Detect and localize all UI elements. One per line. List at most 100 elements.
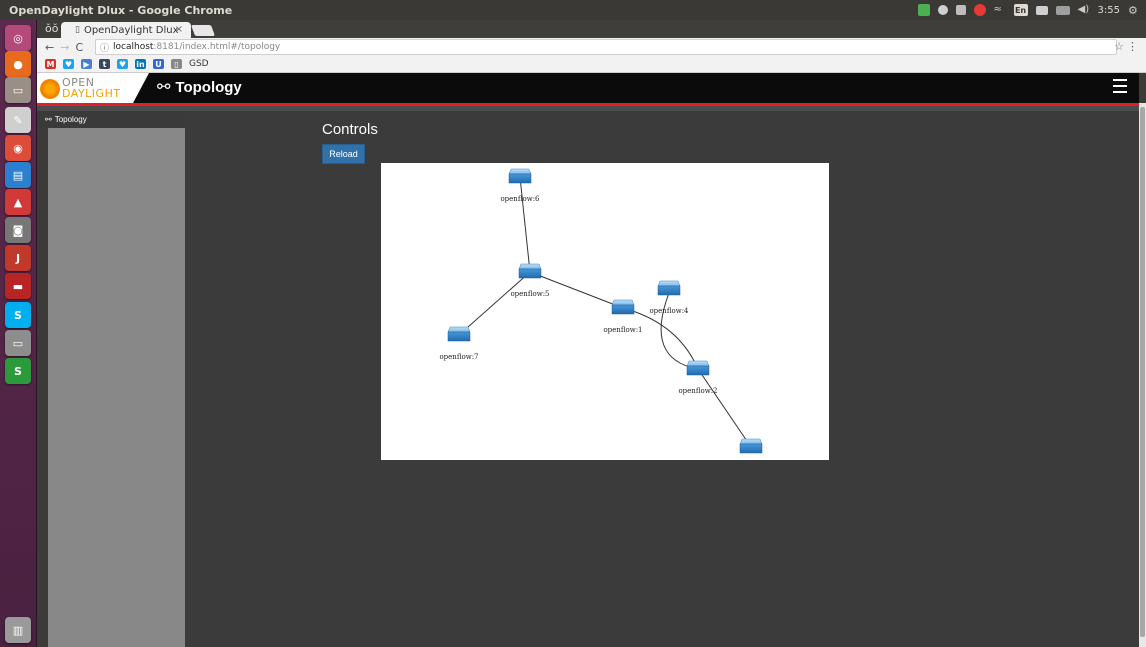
battery-icon[interactable] (1055, 5, 1070, 15)
block-icon[interactable] (973, 4, 986, 16)
forward-icon[interactable]: → (60, 41, 69, 54)
chrome-menu-icon[interactable]: ⋮ (1127, 40, 1138, 53)
gmail-icon[interactable]: M (45, 59, 56, 69)
topology-graph[interactable]: openflow:6 openflow:5 openflow:7 openflow:1… (381, 163, 829, 460)
volume-icon[interactable]: ◀) (1078, 4, 1090, 16)
address-bar[interactable]: ⓘ localhost :8181/index.html#/topology (95, 39, 1117, 55)
mail-icon[interactable] (1035, 5, 1048, 15)
switch-node-label: openflow:4 (649, 307, 689, 315)
chrome-icon[interactable]: ◉ (5, 135, 31, 161)
firefox-icon[interactable]: ● (5, 51, 31, 77)
switch-node[interactable]: openflow:6 (500, 168, 540, 203)
skype-icon[interactable]: S (5, 302, 31, 328)
switch-node[interactable]: openflow:1 (603, 299, 643, 334)
camera-icon[interactable]: ◙ (5, 217, 31, 243)
bookmarks-bar: M ♥ ▶ t ♥ in U ▯ GSD (37, 56, 1146, 73)
hamburger-menu-icon[interactable] (1113, 79, 1127, 93)
sidebar-item-label: Topology (54, 115, 87, 124)
browser-tab[interactable]: ▯ OpenDaylight Dlux × (61, 22, 191, 38)
page-icon: ▯ (75, 25, 80, 35)
opendaylight-logo[interactable]: OPEN DAYLIGHT (37, 73, 149, 103)
gear-icon[interactable]: ⚙ (1128, 4, 1140, 17)
reload-page-icon[interactable]: C (75, 41, 83, 54)
dash-icon[interactable]: ◎ (5, 25, 31, 51)
topology-canvas[interactable]: openflow:6 openflow:5 openflow:7 openflow:1… (381, 163, 829, 460)
switch-icon (508, 168, 532, 175)
shield-icon[interactable]: U (153, 59, 164, 69)
page-title: ⚯ Topology (157, 77, 242, 97)
twitter-icon[interactable]: ♥ (117, 59, 128, 69)
switch-node[interactable]: openflow:7 (439, 326, 479, 361)
twitter-icon[interactable]: ♥ (63, 59, 74, 69)
switch-icon-body (518, 268, 542, 279)
switch-icon-body (657, 285, 681, 296)
switch-icon-body (739, 443, 763, 454)
incognito-icon: ŏŏ (45, 22, 59, 35)
presentation-icon[interactable]: ▬ (5, 273, 31, 299)
topology-icon: ⚯ (45, 115, 52, 124)
update-icon[interactable] (917, 4, 930, 16)
drive-icon[interactable]: ▭ (5, 330, 31, 356)
switch-icon (686, 360, 710, 367)
close-tab-icon[interactable]: × (175, 24, 183, 35)
dropbox-icon[interactable] (937, 5, 948, 15)
wifi-icon[interactable]: ≈ (994, 4, 1006, 16)
system-top-panel: OpenDaylight Dlux - Google Chrome ≈ En ◀… (0, 0, 1146, 20)
switch-node-label: openflow:1 (603, 326, 642, 334)
chrome-tab-strip: ŏŏ ▯ OpenDaylight Dlux × (37, 20, 1146, 38)
switch-icon-body (686, 365, 710, 376)
switch-node[interactable]: openflow:5 (510, 263, 550, 298)
switch-icon-body (508, 173, 532, 184)
switch-icon (739, 438, 763, 445)
switch-node-label: openflow:6 (500, 195, 540, 203)
text-editor-icon[interactable]: ✎ (5, 107, 31, 133)
topology-icon: ⚯ (157, 79, 171, 96)
keyboard-layout-indicator[interactable]: En (1013, 4, 1028, 16)
switch-node-label: openflow:7 (439, 353, 478, 361)
scrollbar-thumb[interactable] (1140, 107, 1145, 637)
switch-icon (657, 280, 681, 287)
reload-button[interactable]: Reload (322, 144, 365, 164)
switch-icon (518, 263, 542, 270)
libreoffice-writer-icon[interactable]: ▤ (5, 162, 31, 188)
topology-link (519, 176, 531, 273)
new-tab-button[interactable] (190, 25, 216, 36)
switch-icon-body (611, 304, 635, 315)
sunflower-icon (40, 79, 60, 99)
url-path: :8181/index.html#/topology (153, 42, 281, 52)
back-icon[interactable]: ← (45, 41, 54, 54)
desktop: OpenDaylight Dlux - Google Chrome ≈ En ◀… (0, 0, 1146, 647)
sidebar-item-topology[interactable]: ⚯ Topology (37, 111, 185, 128)
bookmark-gsd[interactable]: GSD (189, 59, 209, 69)
switch-node-label: openflow:2 (678, 387, 717, 395)
bookmark-star-icon[interactable]: ☆ (1114, 40, 1124, 53)
trash-icon[interactable]: ▥ (5, 617, 31, 643)
switch-icon (447, 326, 471, 333)
switch-node[interactable]: openflow:2 (678, 360, 718, 395)
switch-icon-body (447, 331, 471, 342)
tumblr-icon[interactable]: t (99, 59, 110, 69)
logo-text-daylight: DAYLIGHT (62, 87, 121, 100)
settings-tray-icon[interactable] (955, 5, 966, 15)
tab-title: OpenDaylight Dlux (83, 24, 179, 36)
libreoffice-impress-icon[interactable]: ▲ (5, 189, 31, 215)
controls-heading: Controls (322, 121, 378, 138)
page-scrollbar[interactable] (1139, 103, 1146, 647)
topology-link (697, 368, 752, 448)
document-icon[interactable]: ▯ (171, 59, 182, 69)
files-icon[interactable]: ▭ (5, 77, 31, 103)
intellij-icon[interactable]: J (5, 245, 31, 271)
info-icon[interactable]: ⓘ (100, 41, 109, 54)
topology-link (622, 307, 699, 370)
switch-node[interactable]: openflow:3 (731, 438, 770, 460)
clock[interactable]: 3:55 (1098, 5, 1120, 16)
linkedin-icon[interactable]: in (135, 59, 146, 69)
url-host: localhost (113, 42, 154, 52)
bookmark-icon[interactable]: ▶ (81, 59, 92, 69)
switch-node-label: openflow:5 (510, 290, 549, 298)
system-tray: ≈ En ◀) 3:55 ⚙ (917, 0, 1140, 20)
spreadsheet-icon[interactable]: S (5, 358, 31, 384)
page-title-text: Topology (175, 78, 242, 96)
switch-node[interactable]: openflow:4 (649, 280, 689, 315)
chrome-toolbar: ← → C ⓘ localhost :8181/index.html#/topo… (37, 38, 1146, 56)
